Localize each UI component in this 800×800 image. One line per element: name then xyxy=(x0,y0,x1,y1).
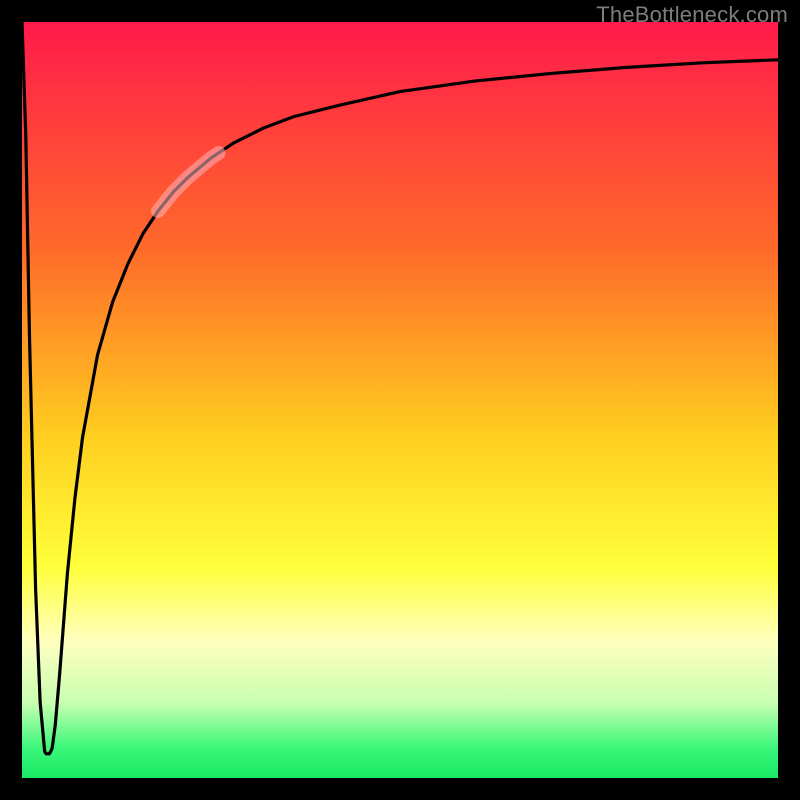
bottleneck-chart xyxy=(0,0,800,800)
watermark-text: TheBottleneck.com xyxy=(596,2,788,28)
chart-frame: TheBottleneck.com xyxy=(0,0,800,800)
plot-background xyxy=(22,22,778,778)
